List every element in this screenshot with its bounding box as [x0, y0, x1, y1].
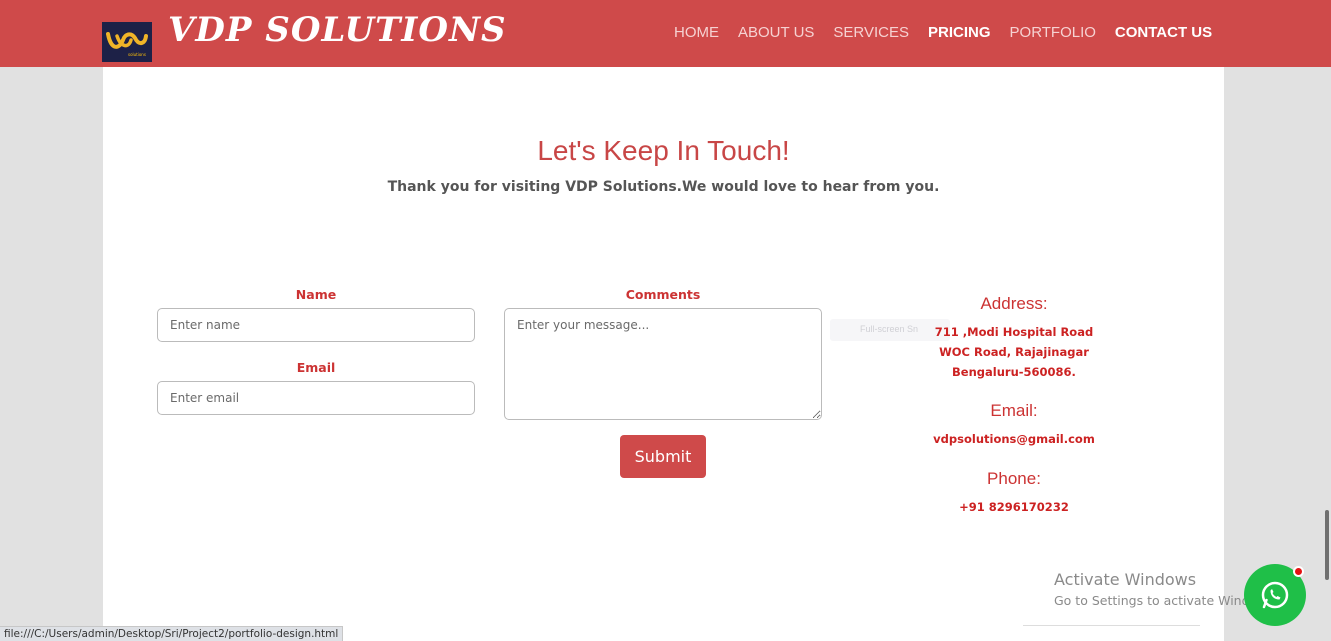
nav-portfolio[interactable]: PORTFOLIO	[1010, 24, 1096, 44]
nav-home[interactable]: HOME	[674, 24, 719, 44]
address-line-2: WOC Road, Rajajinagar	[939, 345, 1089, 359]
address-heading: Address:	[980, 294, 1048, 313]
main-nav: HOME ABOUT US SERVICES PRICING PORTFOLIO…	[674, 24, 1231, 44]
page-subtitle: Thank you for visiting VDP Solutions.We …	[387, 179, 940, 195]
comments-textarea[interactable]	[504, 308, 822, 420]
browser-status-url: file:///C:/Users/admin/Desktop/Sri/Proje…	[0, 626, 344, 641]
email-value[interactable]: vdpsolutions@gmail.com	[909, 429, 1119, 449]
comments-label: Comments	[625, 287, 701, 302]
nav-about-us[interactable]: ABOUT US	[738, 24, 814, 44]
notification-dot	[1293, 566, 1304, 577]
phone-heading: Phone:	[987, 469, 1041, 488]
email-heading: Email:	[990, 401, 1038, 420]
nav-pricing[interactable]: PRICING	[928, 24, 991, 44]
vdp-logo-icon	[106, 32, 148, 49]
email-input[interactable]	[157, 381, 475, 415]
address-line-1: 711 ,Modi Hospital Road	[934, 325, 1094, 339]
nav-contact-us[interactable]: CONTACT US	[1115, 24, 1212, 44]
contact-section: Let's Keep In Touch! Thank you for visit…	[103, 67, 1224, 641]
whatsapp-chat-button[interactable]	[1244, 564, 1306, 626]
address-line-3: Bengaluru-560086.	[952, 365, 1076, 379]
logo-subtext: solutions	[128, 52, 146, 57]
brand-name[interactable]: VDP SOLUTIONS	[168, 10, 507, 50]
page-title: Let's Keep In Touch!	[537, 135, 790, 166]
phone-value[interactable]: +91 8296170232	[909, 497, 1119, 517]
whatsapp-icon	[1261, 581, 1289, 609]
page-scrollbar[interactable]	[1325, 510, 1329, 580]
navbar: solutions VDP SOLUTIONS HOME ABOUT US SE…	[0, 0, 1331, 67]
nav-services[interactable]: SERVICES	[833, 24, 909, 44]
brand-logo[interactable]: solutions	[102, 22, 152, 62]
name-input[interactable]	[157, 308, 475, 342]
submit-button[interactable]: Submit	[620, 435, 706, 478]
name-label: Name	[295, 287, 337, 302]
email-label: Email	[296, 360, 336, 375]
footer-divider	[1023, 625, 1200, 626]
